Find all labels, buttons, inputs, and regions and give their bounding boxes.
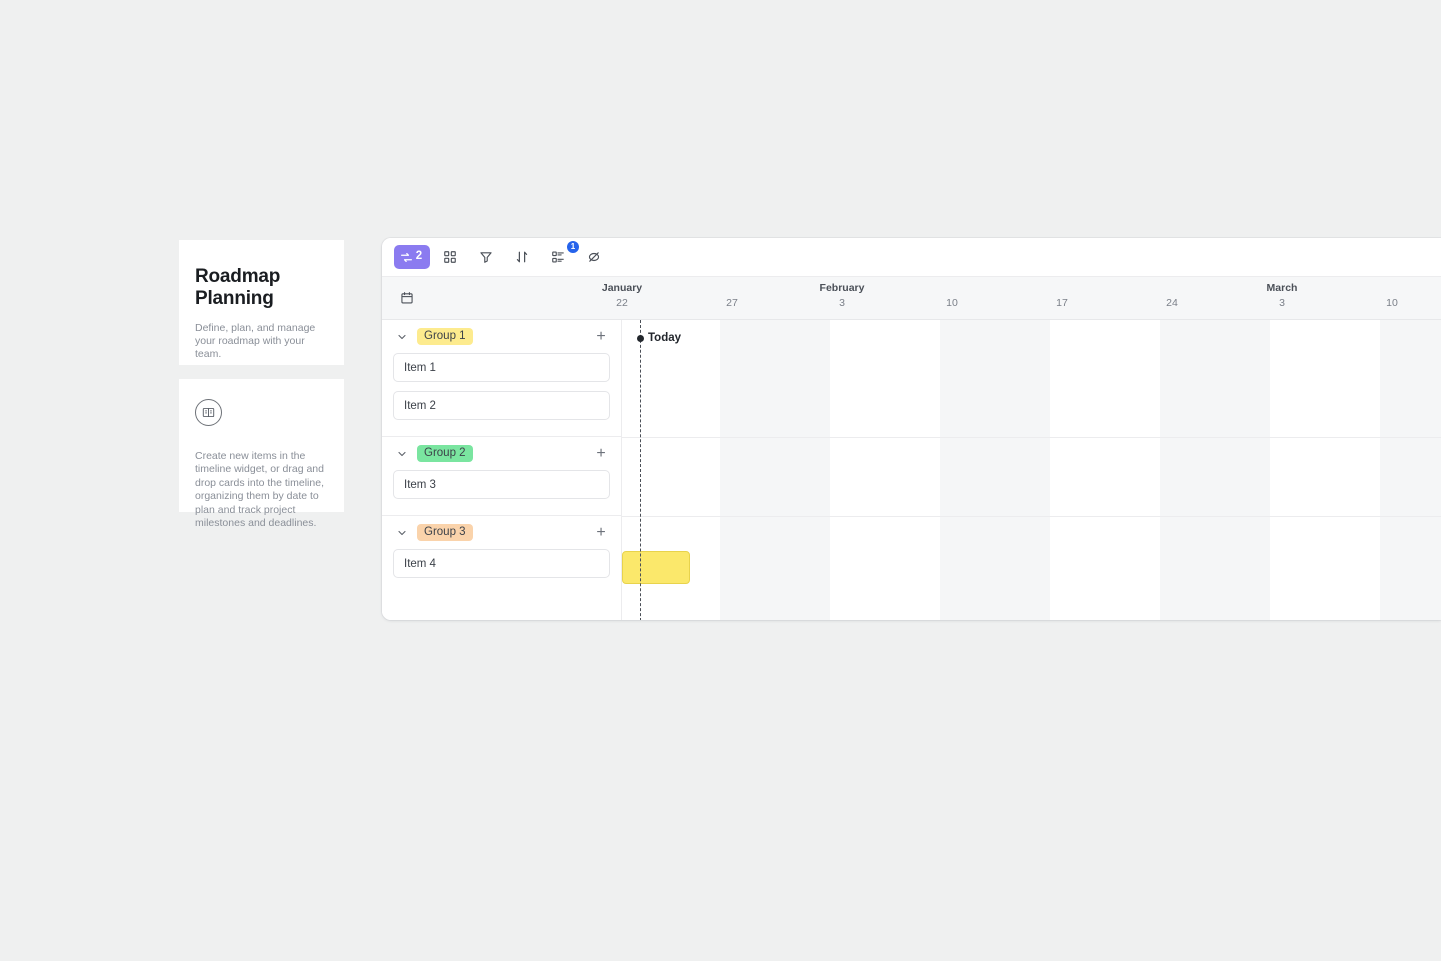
item-card[interactable]: Item 4 <box>393 549 610 578</box>
add-item-button[interactable]: + <box>592 445 610 463</box>
grid-column[interactable] <box>1050 320 1160 620</box>
grid-row-divider <box>622 437 1441 438</box>
scale-day-label: 22 <box>616 297 628 309</box>
scale-column: 10 <box>1337 277 1441 319</box>
roadmap-timeline-widget: 2 1 January 22 27 February 3 10 17 24 Ma… <box>382 238 1441 620</box>
group-header: Group 1 + <box>393 320 610 353</box>
scale-column: 24 <box>1117 277 1227 319</box>
sync-count: 2 <box>415 250 423 263</box>
page-subtitle: Define, plan, and manage your roadmap wi… <box>195 322 316 360</box>
info-sidebar: Roadmap Planning Define, plan, and manag… <box>179 240 344 529</box>
group-badge[interactable]: Group 3 <box>417 524 473 541</box>
scale-day-label: 24 <box>1166 297 1178 309</box>
scale-column: 17 <box>1007 277 1117 319</box>
item-card[interactable]: Item 3 <box>393 470 610 499</box>
grid-row-divider <box>622 516 1441 517</box>
group-block: Group 3 + Item 4 <box>382 516 621 595</box>
scale-day-label: 3 <box>839 297 845 309</box>
grid-column[interactable] <box>940 320 1050 620</box>
scale-day-label: 3 <box>1279 297 1285 309</box>
scale-day-label: 17 <box>1056 297 1068 309</box>
timeline-header: January 22 27 February 3 10 17 24 March 3 10 <box>382 276 1441 320</box>
scale-column: 10 <box>897 277 1007 319</box>
chevron-down-icon[interactable] <box>393 524 411 542</box>
scale-column: January 22 <box>567 277 677 319</box>
grid-column[interactable] <box>1380 320 1441 620</box>
scale-day-label: 27 <box>726 297 738 309</box>
today-label-text: Today <box>648 332 682 344</box>
group-badge[interactable]: Group 1 <box>417 328 473 345</box>
add-item-button[interactable]: + <box>592 524 610 542</box>
hide-fields-button[interactable] <box>578 245 610 269</box>
grid-column[interactable] <box>720 320 830 620</box>
scale-column: March 3 <box>1227 277 1337 319</box>
item-card[interactable]: Item 2 <box>393 391 610 420</box>
scale-month-label: February <box>819 282 865 294</box>
scale-day-label: 10 <box>1386 297 1398 309</box>
group-badge[interactable]: Group 2 <box>417 445 473 462</box>
scale-day-label: 10 <box>946 297 958 309</box>
groups-pane: Group 1 + Item 1 Item 2 Group 2 + Item 3 Group … <box>382 320 622 620</box>
chevron-down-icon[interactable] <box>393 445 411 463</box>
timeline-scale: January 22 27 February 3 10 17 24 March 3 10 <box>602 277 1441 319</box>
grid-column[interactable] <box>1160 320 1270 620</box>
help-text: Create new items in the timeline widget,… <box>195 450 324 530</box>
timeline-body: Group 1 + Item 1 Item 2 Group 2 + Item 3 Group … <box>382 320 1441 620</box>
sync-button[interactable]: 2 <box>394 245 430 269</box>
group-by-button[interactable]: 1 <box>542 241 579 269</box>
filter-button[interactable] <box>470 245 502 269</box>
today-marker: Today <box>637 332 681 344</box>
group-header: Group 2 + <box>393 437 610 470</box>
scale-column: February 3 <box>787 277 897 319</box>
chevron-down-icon[interactable] <box>393 328 411 346</box>
scale-column: 27 <box>677 277 787 319</box>
item-card[interactable]: Item 1 <box>393 353 610 382</box>
item-4-bar[interactable] <box>622 551 690 584</box>
grid-column[interactable] <box>1270 320 1380 620</box>
timeline-grid: Today <box>622 320 1441 620</box>
sort-button[interactable] <box>506 245 538 269</box>
group-block: Group 1 + Item 1 Item 2 <box>382 320 621 437</box>
page-title: Roadmap Planning <box>195 266 281 309</box>
title-card: Roadmap Planning Define, plan, and manag… <box>179 240 344 365</box>
scale-month-label: January <box>601 282 643 294</box>
book-icon <box>195 399 222 426</box>
help-card: Create new items in the timeline widget,… <box>179 379 344 529</box>
widget-toolbar: 2 1 <box>382 238 1441 276</box>
group-header: Group 3 + <box>393 516 610 549</box>
today-line <box>640 320 641 620</box>
group-block: Group 2 + Item 3 <box>382 437 621 516</box>
add-item-button[interactable]: + <box>592 328 610 346</box>
grid-column[interactable] <box>830 320 940 620</box>
today-dot <box>637 334 644 342</box>
scale-month-label: March <box>1266 282 1298 294</box>
grid-view-button[interactable] <box>434 245 466 269</box>
